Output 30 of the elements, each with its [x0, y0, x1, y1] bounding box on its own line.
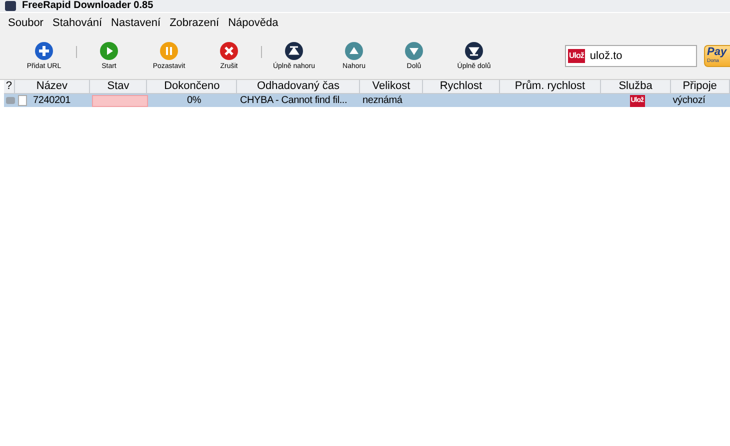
service-logo: Ulož: [568, 49, 585, 63]
menu-item[interactable]: Nápověda: [228, 17, 278, 29]
column-header[interactable]: Název: [14, 80, 90, 93]
table-cell-text: výchozí: [672, 94, 706, 107]
column-header[interactable]: ?: [4, 80, 15, 93]
column-header[interactable]: Stav: [90, 80, 148, 93]
plus-icon: [35, 42, 53, 60]
menu-item[interactable]: Nastavení: [111, 17, 161, 29]
play-icon: [100, 42, 118, 60]
column-header[interactable]: Rychlost: [423, 80, 500, 93]
service-field[interactable]: Ulož ulož.to: [565, 45, 697, 67]
close-icon: [220, 42, 238, 60]
table-cell-text: CHYBA - Cannot find fil...: [239, 94, 348, 107]
plug-icon: [6, 97, 15, 104]
column-header[interactable]: Služba: [601, 80, 671, 93]
table-cell: 7240201: [33, 94, 71, 107]
app-icon: [5, 1, 16, 11]
table-cell-text: 0%: [186, 94, 202, 107]
column-header[interactable]: Velikost: [360, 80, 424, 93]
menu-item[interactable]: Zobrazení: [170, 17, 220, 29]
menu-item[interactable]: Stahování: [52, 17, 102, 29]
file-icon: [18, 95, 27, 106]
window-title: FreeRapid Downloader 0.85: [22, 0, 154, 12]
pause-icon: [160, 42, 178, 60]
column-header[interactable]: Odhadovaný čas: [237, 80, 360, 93]
column-header[interactable]: Prům. rychlost: [500, 80, 602, 93]
column-header[interactable]: Dokončeno: [147, 80, 238, 93]
column-header[interactable]: Připoje: [670, 80, 730, 93]
menu-item[interactable]: Soubor: [8, 17, 44, 29]
table-cell-text: neznámá: [362, 94, 404, 107]
